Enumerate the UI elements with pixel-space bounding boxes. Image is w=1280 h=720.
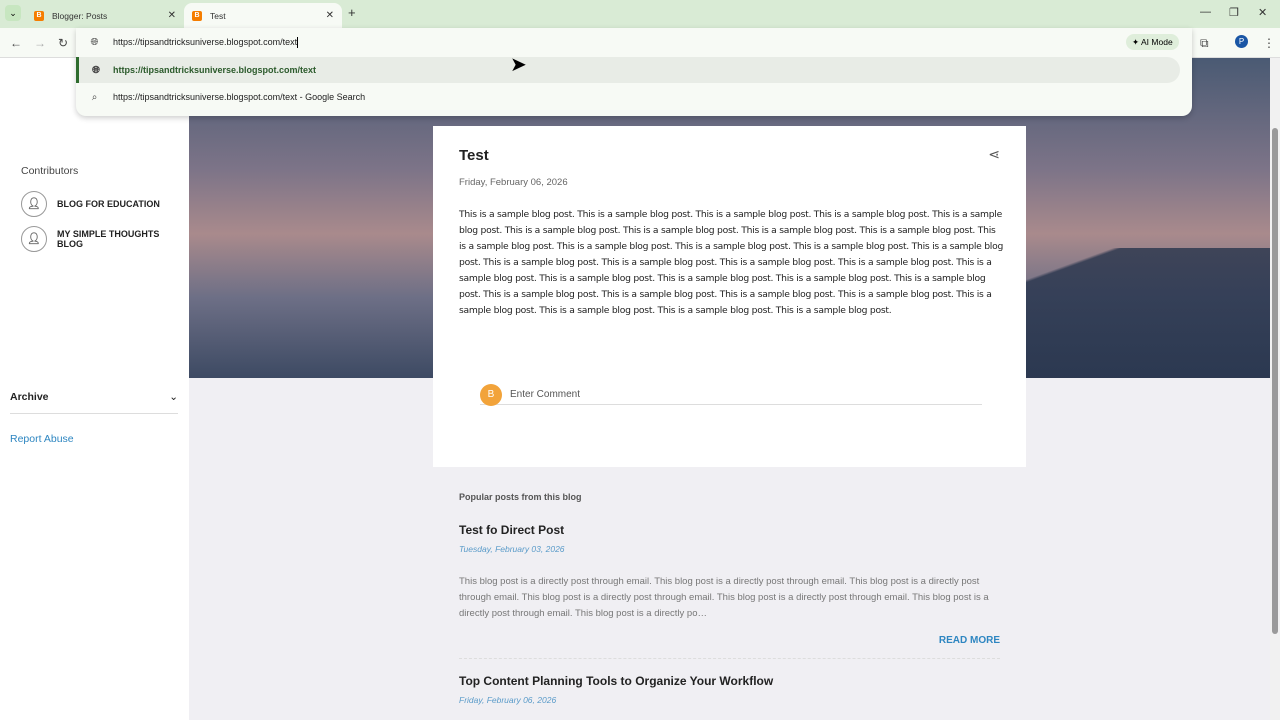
contributors-title: Contributors <box>21 165 79 177</box>
ai-mode-button[interactable]: ✦ AI Mode <box>1126 34 1179 50</box>
minimize-button[interactable]: — <box>1200 6 1211 18</box>
post-card: Test ⋖ Friday, February 06, 2026 This is… <box>433 126 1026 467</box>
back-icon[interactable]: ← <box>10 36 22 50</box>
menu-icon[interactable]: ⋮ <box>1263 36 1275 50</box>
tab-label: Test <box>210 10 226 21</box>
ai-mode-label: AI Mode <box>1141 37 1173 47</box>
popular-post-snippet: This blog post is a directly post throug… <box>459 576 989 619</box>
tab-blogger-posts[interactable]: B Blogger: Posts ✕ <box>26 3 184 28</box>
mouse-cursor-icon: ➤ <box>510 54 527 76</box>
suggestion-search[interactable]: ⌕ https://tipsandtricksuniverse.blogspot.… <box>76 84 1180 110</box>
profile-avatar[interactable]: P <box>1235 35 1248 48</box>
post-body: This is a sample blog post. This is a sa… <box>459 209 1004 316</box>
new-tab-button[interactable]: + <box>348 5 356 20</box>
suggestion-url[interactable]: 🌐︎ https://tipsandtricksuniverse.blogspot… <box>76 57 1180 83</box>
tab-strip: ⌄ B Blogger: Posts ✕ B Test ✕ + — ❐ ✕ <box>0 0 1280 28</box>
popular-posts: Popular posts from this blog Test fo Dir… <box>459 492 1000 705</box>
archive-toggle[interactable]: Archive ⌄ <box>10 391 178 414</box>
search-icon: ⌕ <box>91 91 98 103</box>
user-icon: 👤︎ <box>21 226 47 252</box>
address-input[interactable]: https://tipsandtricksuniverse.blogspot.c… <box>113 37 297 47</box>
blogger-avatar-icon: B <box>480 383 502 406</box>
popular-post-title[interactable]: Top Content Planning Tools to Organize Y… <box>459 674 1000 688</box>
suggestion-label: https://tipsandtricksuniverse.blogspot.c… <box>113 65 317 75</box>
contributor-name: BLOG FOR EDUCATION <box>57 199 160 209</box>
user-icon: 👤︎ <box>21 191 47 217</box>
blogger-favicon-icon: B <box>192 10 202 21</box>
archive-label: Archive <box>10 391 49 403</box>
popular-heading: Popular posts from this blog <box>459 492 582 502</box>
close-tab-icon[interactable]: ✕ <box>326 10 334 21</box>
close-window-button[interactable]: ✕ <box>1258 6 1267 19</box>
scrollbar[interactable] <box>1270 58 1280 720</box>
popular-post-title[interactable]: Test fo Direct Post <box>459 523 1000 537</box>
forward-icon[interactable]: → <box>34 36 46 50</box>
suggestion-label: https://tipsandtricksuniverse.blogspot.c… <box>113 92 366 102</box>
contributor-name: MY SIMPLE THOUGHTS BLOG <box>57 229 160 249</box>
extensions-icon[interactable]: ⧉ <box>1200 36 1209 51</box>
reload-icon[interactable]: ↻ <box>58 36 68 50</box>
blogger-favicon-icon: B <box>34 10 44 21</box>
popular-post-date: Friday, February 06, 2026 <box>459 695 557 705</box>
comment-box[interactable]: B Enter Comment <box>480 383 982 406</box>
close-tab-icon[interactable]: ✕ <box>168 10 176 21</box>
sidebar: Contributors 👤︎ BLOG FOR EDUCATION 👤︎ MY S… <box>0 58 189 720</box>
chevron-down-icon: ⌄ <box>169 391 178 403</box>
omnibox-dropdown: 🌐︎ https://tipsandtricksuniverse.blogspot… <box>76 28 1192 116</box>
scrollbar-thumb[interactable] <box>1272 128 1278 634</box>
read-more-link[interactable]: READ MORE <box>459 635 1000 646</box>
comment-input[interactable]: Enter Comment <box>510 389 580 400</box>
tab-search-button[interactable]: ⌄ <box>5 5 21 21</box>
globe-icon: 🌐︎ <box>92 64 100 76</box>
contributor-link[interactable]: 👤︎ MY SIMPLE THOUGHTS BLOG <box>21 226 181 252</box>
address-bar[interactable]: 🌐︎ https://tipsandtricksuniverse.blogspot… <box>76 29 1180 55</box>
contributor-link[interactable]: 👤︎ BLOG FOR EDUCATION <box>21 191 160 217</box>
globe-icon: 🌐︎ <box>90 36 99 48</box>
maximize-button[interactable]: ❐ <box>1229 6 1239 19</box>
popular-post-date: Tuesday, February 03, 2026 <box>459 544 565 554</box>
tab-test[interactable]: B Test ✕ <box>184 3 342 28</box>
report-abuse-link[interactable]: Report Abuse <box>10 433 74 445</box>
share-icon[interactable]: ⋖ <box>988 146 1000 163</box>
tab-label: Blogger: Posts <box>52 10 108 21</box>
post-title: Test <box>459 147 489 164</box>
post-date: Friday, February 06, 2026 <box>459 177 568 188</box>
